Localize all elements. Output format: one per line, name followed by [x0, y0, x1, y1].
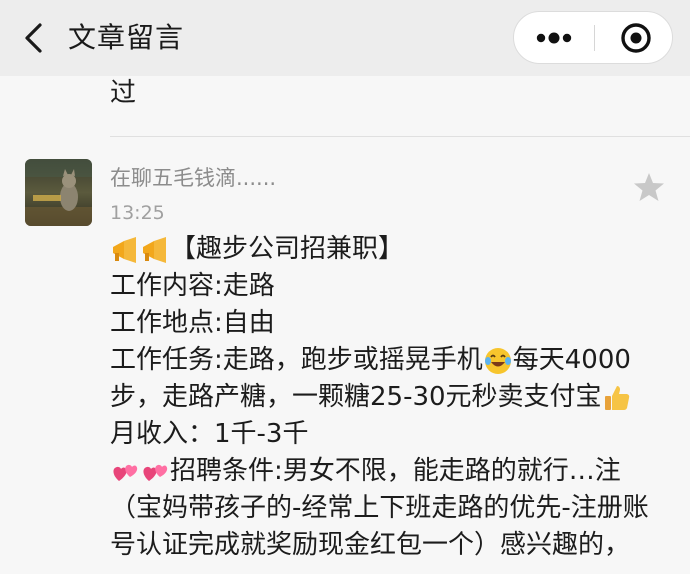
nav-bar: 文章留言: [0, 0, 690, 76]
comment-time: 13:25: [110, 202, 165, 224]
page-title: 文章留言: [68, 21, 185, 54]
target-close-icon: [621, 23, 651, 53]
more-dots-icon: [536, 32, 572, 44]
megaphone-icon: [110, 235, 140, 265]
comment-text: 【趣步公司招兼职】: [170, 234, 405, 264]
comment-text: （宝妈带孩子的-经常上下班走路的优先-注册账: [110, 493, 649, 523]
comment-text: 工作地点:自由: [110, 308, 275, 338]
chevron-left-icon[interactable]: [20, 20, 48, 56]
comment-divider: [110, 136, 690, 137]
comment-text: 号认证完成就奖励现金红包一个）感兴趣的，: [110, 530, 631, 560]
star-icon[interactable]: [632, 170, 666, 204]
hearts-icon: [110, 457, 140, 487]
comment-text: 工作内容:走路: [110, 271, 275, 301]
comment-line: 号认证完成就奖励现金红包一个）感兴趣的，: [110, 527, 680, 564]
comment-line: 工作内容:走路: [110, 268, 680, 305]
comment-line: 月收入：1千-3千: [110, 416, 680, 453]
close-miniprogram-button[interactable]: [595, 12, 673, 63]
comment-line: 步，走路产糖，一颗糖25-30元秒卖支付宝: [110, 379, 680, 416]
comments-list: 过 在聊五毛钱滴...... 13:25 【趣步公司招兼职】 工作内容:走路 工…: [0, 76, 690, 574]
previous-comment-text: 过: [110, 78, 137, 108]
comment-username[interactable]: 在聊五毛钱滴......: [110, 164, 276, 192]
comment-text: 工作任务:走路，跑步或摇晃手机: [110, 345, 483, 375]
comment-text: 步，走路产糖，一颗糖25-30元秒卖支付宝: [110, 382, 602, 412]
comment-text: 月收入：1千-3千: [110, 419, 309, 449]
comment-line: 招聘条件:男女不限，能走路的就行…注: [110, 453, 680, 490]
comment-body: 【趣步公司招兼职】 工作内容:走路 工作地点:自由 工作任务:走路，跑步或摇晃手…: [110, 231, 680, 564]
cat-photo-avatar: [25, 159, 92, 226]
comment-text: 每天4000: [512, 345, 631, 375]
comment-text: 招聘条件:男女不限，能走路的就行…注: [170, 456, 621, 486]
laughing-tears-icon: [483, 346, 513, 376]
thumbs-up-icon: [602, 383, 632, 413]
comment-line: 【趣步公司招兼职】: [110, 231, 680, 268]
comment-line: 工作地点:自由: [110, 305, 680, 342]
menu-capsule: [513, 11, 673, 64]
avatar[interactable]: [25, 159, 92, 226]
comment-line: 工作任务:走路，跑步或摇晃手机 每天4000: [110, 342, 680, 379]
megaphone-icon: [140, 235, 170, 265]
hearts-icon: [140, 457, 170, 487]
more-button[interactable]: [514, 12, 594, 63]
comment-line: （宝妈带孩子的-经常上下班走路的优先-注册账: [110, 490, 680, 527]
